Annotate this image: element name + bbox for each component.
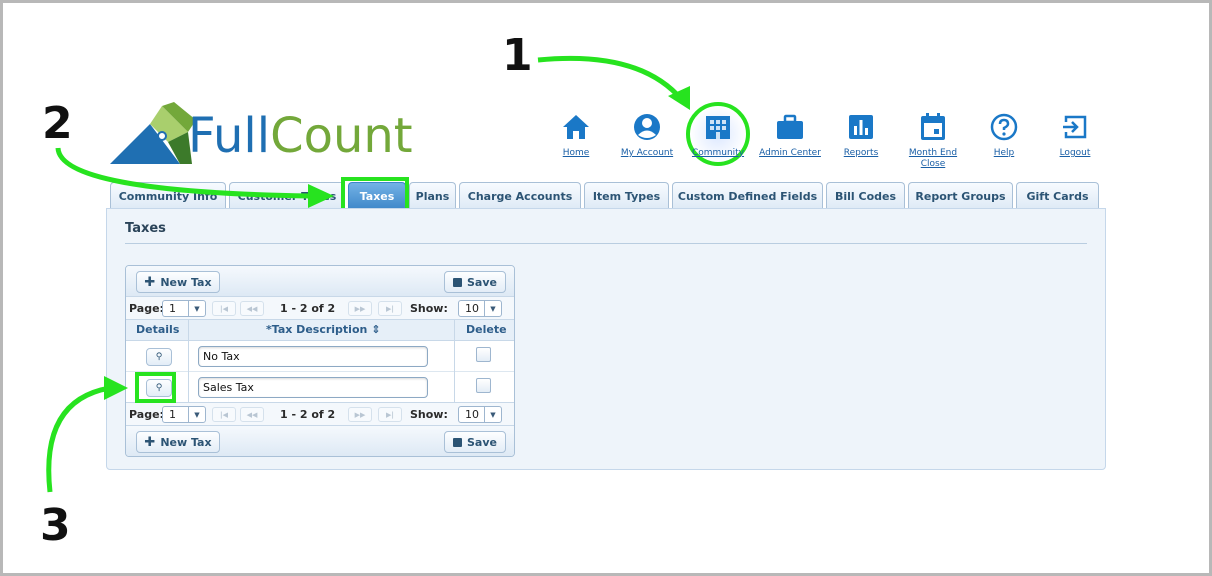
- annotation-step-3: 3: [40, 500, 71, 551]
- annotation-step-1: 1: [502, 30, 533, 81]
- annotation-arrows: [46, 55, 690, 493]
- annotation-step-2: 2: [42, 98, 73, 149]
